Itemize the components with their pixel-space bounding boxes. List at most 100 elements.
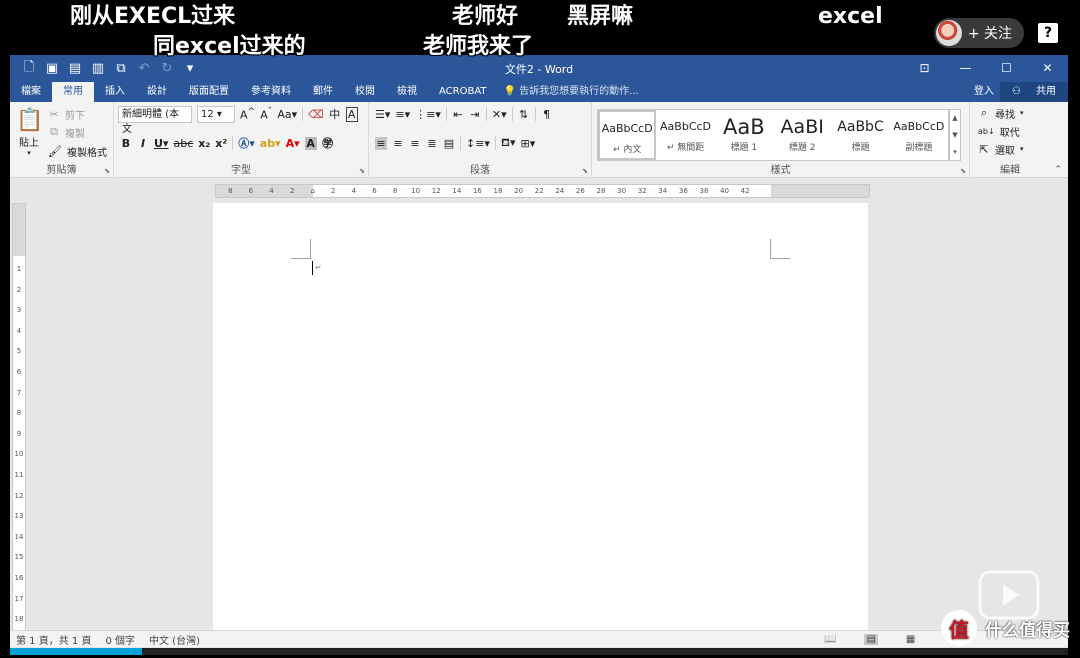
shading-icon[interactable]: ⛾▾ bbox=[501, 136, 516, 151]
word-count[interactable]: 0 個字 bbox=[105, 632, 135, 647]
borders-icon[interactable]: ⊞▾ bbox=[520, 137, 535, 150]
redo-icon[interactable]: ↻ bbox=[160, 61, 174, 76]
line-spacing-icon[interactable]: ↕≡▾ bbox=[466, 137, 490, 150]
character-shading-icon[interactable]: A bbox=[304, 136, 317, 150]
print-layout-icon[interactable]: ▤ bbox=[864, 634, 878, 645]
sort-icon[interactable]: ⇅ bbox=[518, 108, 530, 121]
tab-acrobat[interactable]: ACROBAT bbox=[428, 82, 498, 102]
page-count[interactable]: 第 1 頁，共 1 頁 bbox=[16, 632, 91, 647]
copy-button[interactable]: ⧉ 複製 bbox=[48, 123, 85, 141]
horizontal-ruler[interactable]: 8 6 4 2 ⌂ 2 4 6 8 10 12 14 16 18 20 22 24 26 28 30 32 34 36 38 4… bbox=[215, 184, 870, 198]
tab-home[interactable]: 常用 bbox=[52, 82, 94, 102]
grow-font-icon[interactable]: A^ bbox=[240, 106, 255, 122]
tab-mailings[interactable]: 郵件 bbox=[302, 82, 344, 102]
style-heading-1[interactable]: AaB 標題 1 bbox=[715, 110, 773, 160]
tab-review[interactable]: 校閱 bbox=[344, 82, 386, 102]
format-painter-button[interactable]: 🖌 複製格式 bbox=[48, 142, 107, 160]
phonetic-guide-icon[interactable]: 中 bbox=[329, 106, 341, 122]
numbering-icon[interactable]: ≡▾ bbox=[395, 108, 410, 121]
styles-gallery-scroll[interactable]: ▲ ▼ ▾ bbox=[949, 109, 961, 161]
style-no-spacing[interactable]: AaBbCcD ↵ 無間距 bbox=[656, 110, 714, 160]
paste-button[interactable]: 📋 貼上 ▾ bbox=[16, 108, 43, 157]
vertical-ruler[interactable]: 1 2 3 4 5 6 7 8 9 10 11 12 13 14 15 16 17 18 bbox=[12, 203, 26, 633]
justify-icon[interactable]: ≣ bbox=[426, 137, 438, 150]
new-document-icon[interactable]: 🗋 bbox=[22, 58, 36, 80]
tab-design[interactable]: 設計 bbox=[136, 82, 178, 102]
style-subtitle[interactable]: AaBbCcD 副標題 bbox=[890, 110, 948, 160]
asian-layout-icon[interactable]: ✕▾ bbox=[492, 108, 507, 121]
bold-icon[interactable]: B bbox=[120, 137, 132, 150]
print-preview-zoom-icon[interactable]: ⧉ bbox=[114, 61, 128, 76]
dialog-launcher-icon[interactable]: ⬊ bbox=[359, 167, 365, 175]
chevron-up-icon[interactable]: ▲ bbox=[950, 110, 960, 127]
superscript-icon[interactable]: x² bbox=[215, 137, 227, 150]
decrease-indent-icon[interactable]: ⇤ bbox=[452, 108, 464, 121]
follow-button[interactable]: + 关注 bbox=[933, 18, 1024, 48]
minimize-button[interactable]: — bbox=[945, 55, 986, 82]
more-styles-icon[interactable]: ▾ bbox=[950, 144, 960, 161]
ruler-tick-label: 22 bbox=[534, 187, 544, 195]
font-size-box[interactable]: 12 ▾ bbox=[197, 105, 235, 123]
multilevel-list-icon[interactable]: ⋮≡▾ bbox=[415, 108, 441, 121]
paragraph-row-2: ≡ ≡ ≡ ≣ ▤ ↕≡▾ ⛾▾ ⊞▾ bbox=[375, 134, 535, 152]
font-name-box[interactable]: 新細明體 (本文 bbox=[118, 105, 192, 135]
font-color-icon[interactable]: A▾ bbox=[286, 137, 300, 150]
language-indicator[interactable]: 中文 (台灣) bbox=[149, 632, 200, 647]
video-progress-bar[interactable] bbox=[10, 648, 1068, 655]
customize-qat-icon[interactable]: ▾ bbox=[183, 61, 197, 76]
align-right-icon[interactable]: ≡ bbox=[409, 137, 421, 150]
save-icon[interactable]: ▣ bbox=[45, 61, 59, 76]
help-button[interactable]: ? bbox=[1038, 23, 1058, 43]
select-button[interactable]: ⇱ 選取 ▾ bbox=[978, 140, 1023, 158]
save-as-icon[interactable]: ▤ bbox=[68, 61, 82, 76]
character-border-icon[interactable]: A bbox=[345, 106, 358, 122]
uploader-avatar bbox=[935, 20, 962, 46]
tab-references[interactable]: 參考資料 bbox=[240, 82, 302, 102]
tab-insert[interactable]: 插入 bbox=[94, 82, 136, 102]
undo-icon[interactable]: ↶ bbox=[137, 61, 151, 76]
increase-indent-icon[interactable]: ⇥ bbox=[469, 108, 481, 121]
lightbulb-icon: 💡 bbox=[503, 86, 516, 97]
dialog-launcher-icon[interactable]: ⬊ bbox=[582, 167, 588, 175]
tell-me-box[interactable]: 💡 告訴我您想要執行的動作... bbox=[504, 82, 639, 102]
bullets-icon[interactable]: ☰▾ bbox=[375, 108, 390, 121]
distributed-icon[interactable]: ▤ bbox=[443, 137, 455, 150]
tab-view[interactable]: 檢視 bbox=[386, 82, 428, 102]
web-layout-icon[interactable]: ▦ bbox=[906, 634, 915, 645]
strikethrough-icon[interactable]: abc bbox=[173, 137, 193, 150]
change-case-icon[interactable]: Aa▾ bbox=[277, 108, 297, 121]
dialog-launcher-icon[interactable]: ⬊ bbox=[104, 167, 110, 175]
enclose-characters-icon[interactable]: ㊫ bbox=[322, 135, 334, 151]
print-preview-icon[interactable]: ▥ bbox=[91, 61, 105, 76]
chevron-down-icon[interactable]: ▼ bbox=[950, 127, 960, 144]
cut-button[interactable]: ✂ 剪下 bbox=[48, 105, 85, 123]
italic-icon[interactable]: I bbox=[137, 137, 149, 150]
style-title[interactable]: AaBbC 標題 bbox=[831, 110, 889, 160]
clear-formatting-icon[interactable]: ⌫ bbox=[308, 108, 324, 121]
close-button[interactable]: ✕ bbox=[1027, 55, 1068, 82]
highlight-color-icon[interactable]: ab▾ bbox=[260, 137, 281, 150]
replace-button[interactable]: ab↓ 取代 bbox=[978, 122, 1020, 140]
document-page[interactable]: ↵ bbox=[213, 203, 868, 630]
tab-file[interactable]: 檔案 bbox=[10, 82, 52, 102]
style-normal[interactable]: AaBbCcD ↵ 內文 bbox=[598, 110, 657, 160]
margin-corner-mark bbox=[770, 239, 790, 259]
ruler-tick-label: 13 bbox=[14, 512, 24, 521]
show-hide-marks-icon[interactable]: ¶ bbox=[541, 108, 553, 121]
find-button[interactable]: ⌕ 尋找 ▾ bbox=[978, 104, 1024, 122]
sign-in-link[interactable]: 登入 bbox=[968, 82, 1000, 102]
share-button[interactable]: ⚇ 共用 bbox=[999, 82, 1068, 102]
ribbon-display-options-icon[interactable]: ⊡ bbox=[904, 55, 945, 82]
subscript-icon[interactable]: x₂ bbox=[198, 137, 210, 150]
style-heading-2[interactable]: AaBI 標題 2 bbox=[773, 110, 831, 160]
tab-layout[interactable]: 版面配置 bbox=[178, 82, 240, 102]
collapse-ribbon-icon[interactable]: ⌃ bbox=[1054, 165, 1062, 175]
underline-icon[interactable]: U▾ bbox=[154, 137, 168, 150]
maximize-button[interactable]: ☐ bbox=[986, 55, 1027, 82]
shrink-font-icon[interactable]: Aˇ bbox=[260, 106, 272, 122]
read-mode-icon[interactable]: 📖 bbox=[824, 634, 836, 645]
dialog-launcher-icon[interactable]: ⬊ bbox=[960, 167, 966, 175]
text-effects-icon[interactable]: Ⓐ▾ bbox=[238, 135, 255, 151]
align-left-icon[interactable]: ≡ bbox=[375, 136, 387, 150]
align-center-icon[interactable]: ≡ bbox=[392, 137, 404, 150]
